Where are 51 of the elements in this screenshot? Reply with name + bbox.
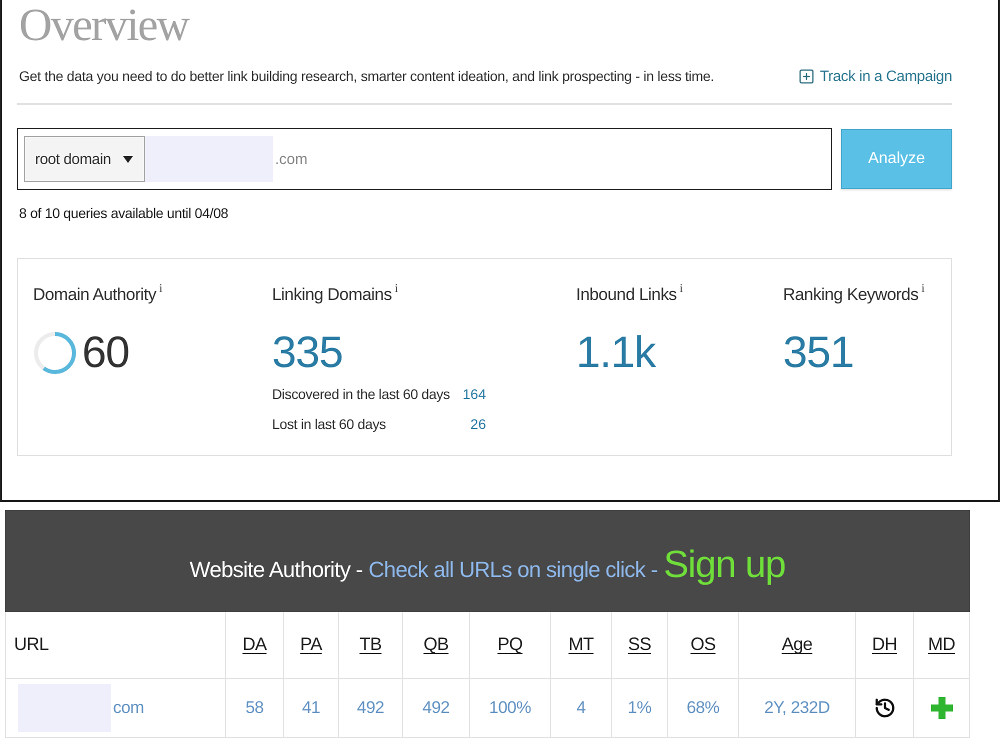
column-header: TB <box>338 612 402 678</box>
caret-icon <box>122 156 133 162</box>
history-icon[interactable] <box>874 696 896 718</box>
banner-title: Website Authority - <box>190 557 363 583</box>
column-header: PA <box>284 612 338 678</box>
column-header: Age <box>738 612 856 678</box>
column-header: DH <box>856 612 914 678</box>
column-header: SS <box>612 612 668 678</box>
table-cell: 68% <box>668 678 738 737</box>
detail-value: 26 <box>469 416 486 432</box>
table-cell: 58 <box>226 678 284 737</box>
table-cell: 1% <box>612 678 668 737</box>
metric-label: Ranking Keywords <box>783 284 918 306</box>
plus-icon[interactable] <box>930 696 952 718</box>
info-icon[interactable]: i <box>394 282 398 294</box>
info-icon[interactable]: i <box>159 282 162 294</box>
quota-text: 8 of 10 queries available until 04/08 <box>18 204 230 222</box>
metric-value: 351 <box>783 328 854 378</box>
metric-label: Domain Authority <box>33 284 156 306</box>
sign-up-link[interactable]: Sign up <box>663 544 786 587</box>
column-header: DA <box>226 612 284 678</box>
column-header: URL <box>6 612 226 678</box>
plus-square-icon <box>798 68 815 84</box>
banner-tagline: Check all URLs on single click - <box>368 557 658 583</box>
column-header: QB <box>402 612 470 678</box>
table-cell: 492 <box>338 678 402 737</box>
table-cell: 4 <box>550 678 612 737</box>
detail-value: 164 <box>462 386 486 402</box>
metric-label: Inbound Links <box>576 284 677 306</box>
column-header: MD <box>914 612 970 678</box>
column-header: OS <box>668 612 738 678</box>
metric-label: Linking Domains <box>272 284 392 306</box>
info-icon[interactable]: i <box>680 282 684 294</box>
column-header: MT <box>550 612 612 678</box>
metric-value: 60 <box>82 328 129 378</box>
column-header: PQ <box>470 612 550 678</box>
scope-select[interactable]: root domain <box>24 136 145 182</box>
table-cell: 2Y, 232D <box>738 678 856 737</box>
detail-label: Lost in last 60 days <box>272 416 387 432</box>
table-cell: 41 <box>284 678 338 737</box>
metric-value: 1.1k <box>576 328 656 378</box>
detail-label: Discovered in the last 60 days <box>272 386 451 402</box>
intro-text: Get the data you need to do better link building research, smarter content ideation, and link prospecting - in less time. <box>19 68 714 84</box>
track-campaign-link[interactable]: Track in a Campaign <box>798 68 952 84</box>
table-cell: 100% <box>470 678 550 737</box>
search-field[interactable]: root domain .com <box>17 128 832 190</box>
page-title: Overview <box>18 0 190 48</box>
domain-value: .com <box>274 150 308 168</box>
info-icon[interactable]: i <box>921 282 925 294</box>
table-cell: 492 <box>402 678 470 737</box>
metric-value: 335 <box>272 328 342 378</box>
